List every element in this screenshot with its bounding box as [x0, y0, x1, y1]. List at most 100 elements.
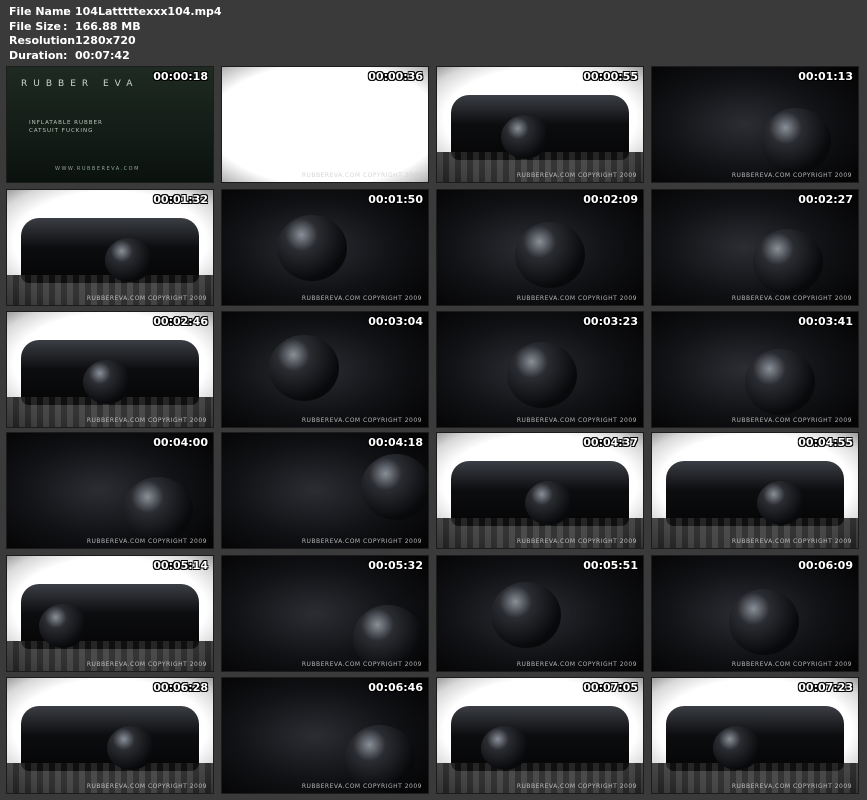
thumbnail-frame [7, 190, 213, 305]
timestamp: 00:07:23 [798, 681, 853, 694]
copyright-watermark: RUBBEREVA.COM COPYRIGHT 2009 [301, 783, 422, 790]
inflatable-sofa [451, 706, 629, 771]
figure [507, 342, 577, 408]
copyright-watermark: RUBBEREVA.COM COPYRIGHT 2009 [516, 538, 637, 545]
figure [123, 477, 193, 543]
figure [761, 108, 831, 174]
thumbnail-frame [7, 312, 213, 427]
video-thumbnail[interactable]: RUBBEREVA.COM COPYRIGHT 2009 00:02:09 [436, 189, 644, 306]
copyright-watermark: RUBBEREVA.COM COPYRIGHT 2009 [731, 172, 852, 179]
resolution-value: 1280x720 [75, 34, 136, 48]
thumbnail-frame [652, 312, 858, 427]
copyright-watermark: RUBBEREVA.COM COPYRIGHT 2009 [516, 783, 637, 790]
video-thumbnail[interactable]: RUBBEREVA.COM COPYRIGHT 2009 00:07:23 [651, 677, 859, 794]
timestamp: 00:03:04 [368, 315, 423, 328]
video-thumbnail[interactable]: RUBBEREVA.COM COPYRIGHT 2009 00:01:13 [651, 66, 859, 183]
thumbnail-frame [652, 556, 858, 671]
thumbnail-frame [437, 556, 643, 671]
copyright-watermark: RUBBEREVA.COM COPYRIGHT 2009 [86, 295, 207, 302]
video-thumbnail[interactable]: RUBBEREVA.COM COPYRIGHT 2009 00:07:05 [436, 677, 644, 794]
video-thumbnail[interactable]: RUBBEREVA.COM COPYRIGHT 2009 00:05:51 [436, 555, 644, 672]
figure [729, 589, 799, 655]
video-thumbnail[interactable]: RUBBEREVA.COM COPYRIGHT 2009 00:04:00 [6, 432, 214, 549]
video-thumbnail[interactable]: RUBBER EVA INFLATABLE RUBBER CATSUIT FUCK… [6, 66, 214, 183]
video-thumbnail[interactable]: RUBBEREVA.COM COPYRIGHT 2009 00:01:50 [221, 189, 429, 306]
timestamp: 00:00:18 [153, 70, 208, 83]
figure [491, 582, 561, 648]
video-thumbnail[interactable]: RUBBEREVA.COM COPYRIGHT 2009 00:06:46 [221, 677, 429, 794]
figure [269, 335, 339, 401]
video-thumbnail[interactable]: RUBBEREVA.COM COPYRIGHT 2009 00:06:28 [6, 677, 214, 794]
timestamp: 00:00:55 [583, 70, 638, 83]
timestamp: 00:06:46 [368, 681, 423, 694]
video-thumbnail[interactable]: RUBBEREVA.COM COPYRIGHT 2009 00:02:27 [651, 189, 859, 306]
copyright-watermark: RUBBEREVA.COM COPYRIGHT 2009 [731, 295, 852, 302]
video-thumbnail[interactable]: RUBBEREVA.COM COPYRIGHT 2009 00:04:55 [651, 432, 859, 549]
figure [83, 360, 131, 404]
figure [345, 725, 415, 791]
timestamp: 00:01:50 [368, 193, 423, 206]
copyright-watermark: RUBBEREVA.COM COPYRIGHT 2009 [731, 783, 852, 790]
video-thumbnail[interactable]: RUBBEREVA.COM COPYRIGHT 2009 00:05:32 [221, 555, 429, 672]
thumbnail-frame [437, 433, 643, 548]
file-name-value: 104Latttttexxx104.mp4 [75, 5, 222, 18]
video-thumbnail[interactable]: RUBBEREVA.COM COPYRIGHT 2009 00:06:09 [651, 555, 859, 672]
duration-row: Duration : 00:07:42 [9, 49, 222, 64]
thumbnail-frame [652, 67, 858, 182]
resolution-row: Resolution : 1280x720 [9, 34, 222, 49]
timestamp: 00:07:05 [583, 681, 638, 694]
title-subtitle: INFLATABLE RUBBER CATSUIT FUCKING [29, 120, 103, 134]
copyright-watermark: RUBBEREVA.COM COPYRIGHT 2009 [86, 538, 207, 545]
figure [361, 454, 428, 520]
figure [753, 229, 823, 295]
video-thumbnail[interactable]: RUBBEREVA.COM COPYRIGHT 2009 00:00:36 [221, 66, 429, 183]
thumbnail-frame [7, 556, 213, 671]
site-url: WWW.RUBBEREVA.COM [55, 166, 140, 172]
figure [525, 481, 573, 525]
video-thumbnail[interactable]: RUBBEREVA.COM COPYRIGHT 2009 00:03:23 [436, 311, 644, 428]
copyright-watermark: RUBBEREVA.COM COPYRIGHT 2009 [731, 661, 852, 668]
figure [515, 222, 585, 288]
copyright-watermark: RUBBEREVA.COM COPYRIGHT 2009 [731, 538, 852, 545]
thumbnail-frame [7, 433, 213, 548]
copyright-watermark: RUBBEREVA.COM COPYRIGHT 2009 [516, 172, 637, 179]
video-thumbnail[interactable]: RUBBEREVA.COM COPYRIGHT 2009 00:01:32 [6, 189, 214, 306]
video-thumbnail[interactable]: RUBBEREVA.COM COPYRIGHT 2009 00:02:46 [6, 311, 214, 428]
thumbnail-frame [652, 190, 858, 305]
timestamp: 00:03:41 [798, 315, 853, 328]
timestamp: 00:06:09 [798, 559, 853, 572]
thumbnail-frame [222, 190, 428, 305]
figure [745, 349, 815, 415]
timestamp: 00:01:32 [153, 193, 208, 206]
copyright-watermark: RUBBEREVA.COM COPYRIGHT 2009 [86, 417, 207, 424]
video-thumbnail[interactable]: RUBBEREVA.COM COPYRIGHT 2009 00:03:41 [651, 311, 859, 428]
video-thumbnail[interactable]: RUBBEREVA.COM COPYRIGHT 2009 00:04:18 [221, 432, 429, 549]
figure [107, 726, 155, 770]
timestamp: 00:05:51 [583, 559, 638, 572]
file-info-panel: File Name : 104Latttttexxx104.mp4 File S… [9, 5, 222, 63]
copyright-watermark: RUBBEREVA.COM COPYRIGHT 2009 [301, 417, 422, 424]
duration-value: 00:07:42 [75, 48, 130, 62]
timestamp: 00:00:36 [368, 70, 423, 83]
title-logo: RUBBER EVA [21, 79, 139, 89]
figure [757, 481, 805, 525]
timestamp: 00:04:37 [583, 436, 638, 449]
video-thumbnail[interactable]: RUBBEREVA.COM COPYRIGHT 2009 00:03:04 [221, 311, 429, 428]
timestamp: 00:04:18 [368, 436, 423, 449]
figure [481, 726, 529, 770]
file-size-row: File Size : 166.88 MB [9, 20, 222, 35]
timestamp: 00:01:13 [798, 70, 853, 83]
timestamp: 00:05:32 [368, 559, 423, 572]
thumbnail-frame: RUBBER EVA INFLATABLE RUBBER CATSUIT FUCK… [7, 67, 213, 182]
thumbnail-frame [437, 67, 643, 182]
video-thumbnail[interactable]: RUBBEREVA.COM COPYRIGHT 2009 00:05:14 [6, 555, 214, 672]
video-thumbnail[interactable]: RUBBEREVA.COM COPYRIGHT 2009 00:04:37 [436, 432, 644, 549]
inflatable-sofa [666, 461, 844, 526]
video-thumbnail[interactable]: RUBBEREVA.COM COPYRIGHT 2009 00:00:55 [436, 66, 644, 183]
figure [39, 604, 87, 648]
thumbnail-frame [222, 678, 428, 793]
figure [105, 238, 153, 282]
copyright-watermark: RUBBEREVA.COM COPYRIGHT 2009 [86, 661, 207, 668]
figure [713, 726, 761, 770]
resolution-label: Resolution [9, 34, 76, 48]
